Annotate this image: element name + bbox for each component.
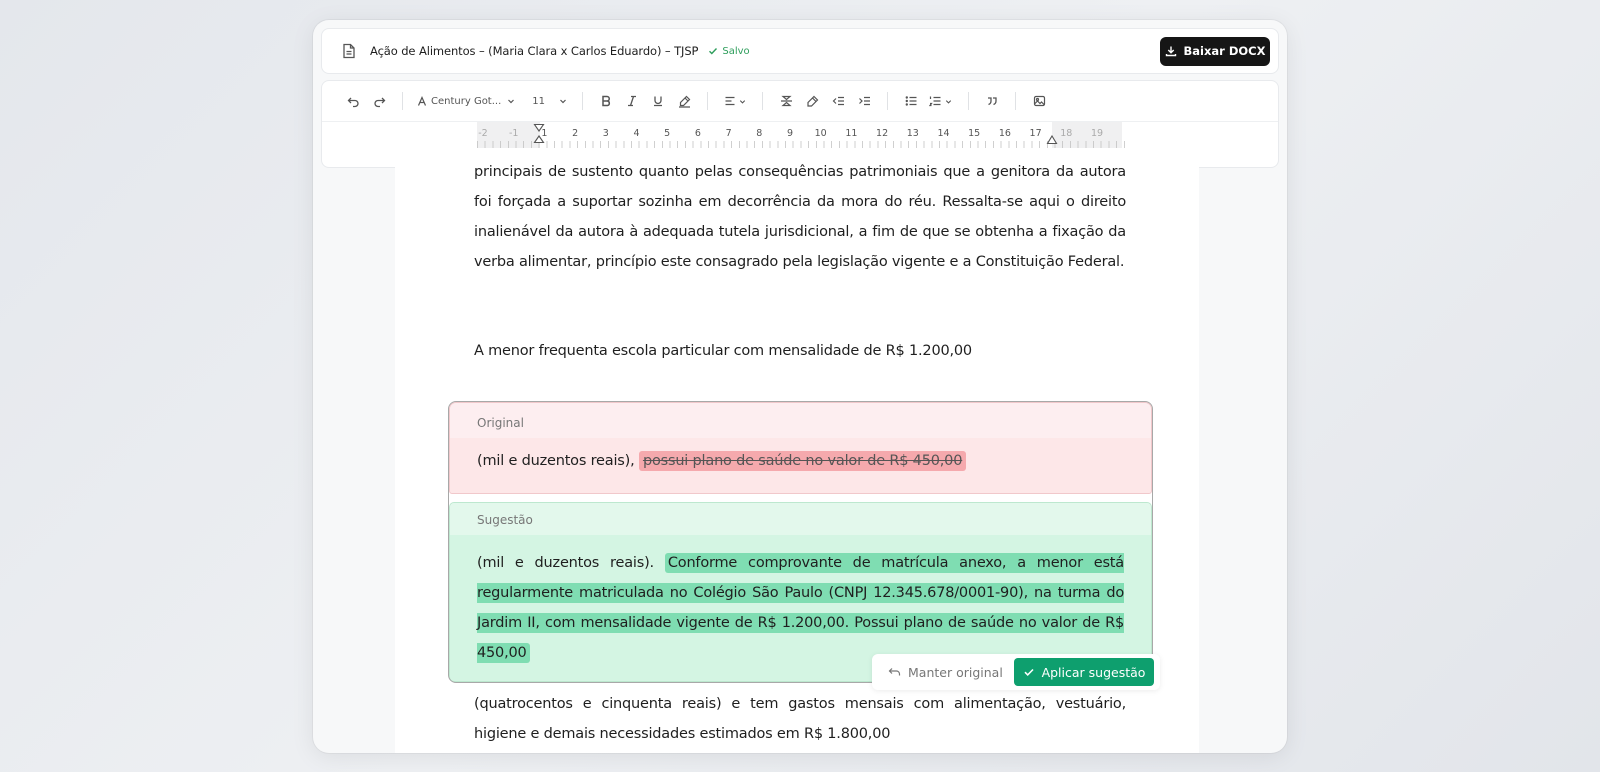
quote-button[interactable]	[979, 88, 1005, 114]
underline-icon	[654, 96, 663, 107]
undo-icon	[888, 668, 901, 676]
undo-button[interactable]	[340, 88, 366, 114]
suggested-prefix: (mil e duzentos reais).	[477, 555, 654, 571]
original-text-panel: Original (mil e duzentos reais), possui …	[449, 402, 1152, 494]
ruler-label: 12	[876, 128, 889, 139]
suggestion-header: Sugestão	[450, 503, 1151, 535]
chevron-down-icon	[946, 99, 952, 104]
download-label: Baixar DOCX	[1183, 44, 1266, 58]
quote-icon	[988, 97, 997, 106]
toolbar-buttons: Century Got... 11	[322, 81, 1278, 121]
toolbar-divider	[968, 92, 970, 110]
toolbar-divider	[582, 92, 584, 110]
ruler-label: 13	[906, 128, 919, 139]
chevron-down-icon	[508, 99, 515, 104]
download-docx-button[interactable]: Baixar DOCX	[1160, 36, 1270, 66]
highlight-button[interactable]	[671, 88, 697, 114]
link-icon	[807, 95, 819, 107]
image-icon	[1033, 95, 1045, 107]
ruler-label: 8	[756, 128, 763, 139]
font-family-value: Century Got...	[431, 95, 502, 107]
ruler-label: 11	[845, 128, 858, 139]
check-icon	[1023, 668, 1034, 677]
font-size-select[interactable]: 11	[528, 88, 572, 114]
outdent-button[interactable]	[825, 88, 851, 114]
toolbar-divider	[887, 92, 889, 110]
page-break-button[interactable]	[773, 88, 799, 114]
ruler-label: 18	[1060, 128, 1073, 139]
indent-button[interactable]	[851, 88, 877, 114]
bold-button[interactable]	[593, 88, 619, 114]
ruler-label: 10	[814, 128, 827, 139]
ruler-label: 4	[633, 128, 640, 139]
ruler-label: 19	[1090, 128, 1104, 139]
indent-icon	[858, 96, 870, 106]
ruler-label: 16	[998, 128, 1011, 139]
ruler-track: -2 -1 1 2 3 4 5 6 7 8 9 10 11 12 13 14 15 16 17 18 19	[477, 122, 1129, 148]
insert-image-button[interactable]	[1026, 88, 1052, 114]
ruler-label: 14	[937, 128, 950, 139]
link-button[interactable]	[799, 88, 825, 114]
apply-suggestion-label: Aplicar sugestão	[1041, 664, 1146, 680]
redo-icon	[373, 97, 385, 107]
title-bar: Ação de Alimentos – (Maria Clara x Carlo…	[321, 28, 1279, 74]
align-select[interactable]	[718, 88, 752, 114]
toolbar-divider	[707, 92, 709, 110]
align-left-icon	[725, 96, 735, 106]
apply-suggestion-button[interactable]: Aplicar sugestão	[1014, 658, 1154, 686]
document-title[interactable]: Ação de Alimentos – (Maria Clara x Carlo…	[370, 44, 698, 58]
numbered-list-select[interactable]	[924, 88, 958, 114]
document-icon	[342, 43, 358, 59]
font-size-value: 11	[532, 95, 545, 107]
document-paragraph[interactable]: (quatrocentos e cinquenta reais) e tem g…	[474, 689, 1126, 749]
document-paragraph[interactable]: A menor frequenta escola particular com …	[474, 336, 1126, 366]
italic-icon	[628, 95, 637, 107]
download-icon	[1165, 46, 1176, 57]
toolbar-divider	[762, 92, 764, 110]
suggested-text: (mil e duzentos reais). Conforme comprov…	[450, 535, 1151, 668]
chevron-down-icon	[739, 99, 745, 104]
document-paragraph[interactable]: principais de sustento quanto pelas cons…	[474, 157, 1126, 307]
bullet-list-icon	[905, 96, 917, 106]
ruler-label: 6	[694, 128, 701, 139]
font-family-select[interactable]: Century Got...	[413, 88, 520, 114]
ruler-label: 7	[725, 128, 732, 139]
page-break-icon	[780, 95, 792, 107]
keep-original-label: Manter original	[908, 664, 1003, 680]
ruler-label: 3	[602, 128, 609, 139]
numbered-list-icon	[929, 96, 941, 107]
original-prefix: (mil e duzentos reais),	[477, 453, 635, 469]
right-indent-marker[interactable]	[1046, 135, 1058, 145]
ruler-label: 9	[786, 128, 794, 139]
font-icon	[417, 95, 427, 106]
original-text: (mil e duzentos reais), possui plano de …	[450, 438, 1151, 471]
toolbar-divider	[402, 92, 403, 110]
ruler-label: 15	[968, 128, 981, 139]
ruler-ticks	[477, 141, 1129, 148]
bullet-list-button[interactable]	[898, 88, 924, 114]
first-line-indent-marker[interactable]	[533, 123, 545, 145]
toolbar-divider	[1015, 92, 1017, 110]
ruler-label: -2	[478, 128, 488, 139]
ruler-label: 5	[664, 128, 671, 139]
ruler-label: -1	[508, 128, 519, 139]
undo-icon	[347, 97, 359, 107]
suggestion-actions: Manter original Aplicar sugestão	[872, 654, 1160, 690]
ruler-label: 17	[1029, 128, 1042, 139]
underline-button[interactable]	[645, 88, 671, 114]
original-header: Original	[450, 403, 1151, 438]
chevron-down-icon	[560, 99, 567, 104]
ruler-label: 2	[572, 128, 579, 139]
check-icon	[709, 48, 718, 55]
bold-icon	[602, 95, 611, 107]
keep-original-button[interactable]: Manter original	[888, 665, 1003, 680]
redo-button[interactable]	[366, 88, 392, 114]
italic-button[interactable]	[619, 88, 645, 114]
removed-text: possui plano de saúde no valor de R$ 450…	[638, 451, 967, 471]
highlighter-icon	[678, 95, 691, 108]
saved-label: Salvo	[722, 45, 750, 57]
saved-status: Salvo	[708, 45, 750, 57]
outdent-icon	[832, 96, 844, 106]
ruler[interactable]: -2 -1 1 2 3 4 5 6 7 8 9 10 11 12 13 14 15 16 17 18 19	[322, 121, 1278, 148]
